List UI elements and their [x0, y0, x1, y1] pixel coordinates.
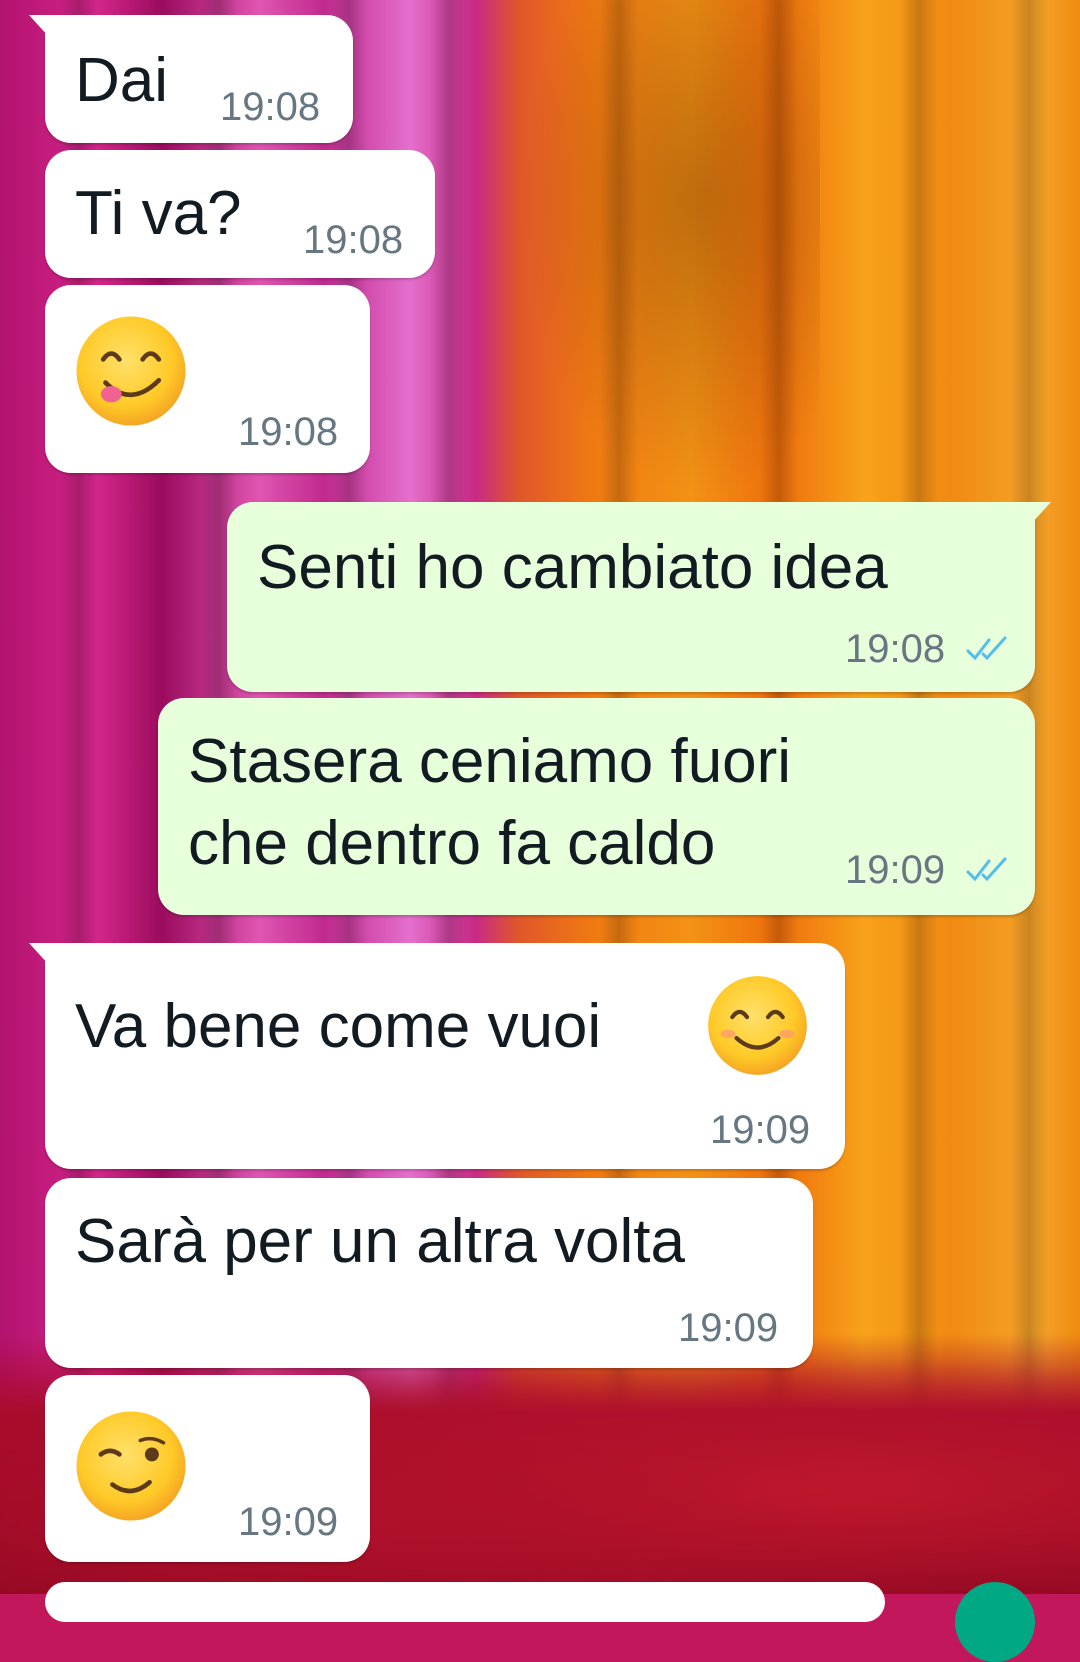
- message-text: Senti ho cambiato idea: [257, 533, 888, 602]
- winking-face-emoji: [76, 1411, 186, 1521]
- smiling-face-emoji: [708, 976, 807, 1075]
- message-time: 19:08: [238, 410, 339, 454]
- message-time: 19:09: [678, 1306, 779, 1350]
- message-bubble-outgoing[interactable]: Stasera ceniamo fuori che dentro fa cald…: [158, 698, 1035, 915]
- message-bubble-incoming[interactable]: Dai 19:08: [29, 15, 353, 143]
- message-bubble-incoming[interactable]: Va bene come vuoi 19:09: [29, 943, 845, 1169]
- message-time: 19:09: [238, 1500, 339, 1544]
- message-text-line: Stasera ceniamo fuori: [188, 727, 792, 796]
- read-receipt-icon: [966, 636, 1007, 661]
- message-time: 19:08: [220, 85, 321, 129]
- message-input-field[interactable]: [45, 1582, 885, 1622]
- read-receipt-icon: [966, 857, 1007, 882]
- message-time: 19:08: [845, 627, 946, 671]
- message-time: 19:08: [303, 218, 404, 262]
- face-savoring-food-emoji: [76, 316, 186, 426]
- message-bubble-outgoing[interactable]: Senti ho cambiato idea 19:08: [227, 502, 1051, 692]
- message-bubble-incoming[interactable]: 19:09: [45, 1375, 370, 1562]
- mic-button[interactable]: [955, 1582, 1035, 1662]
- message-time: 19:09: [710, 1108, 811, 1152]
- message-text: Ti va?: [75, 179, 242, 248]
- message-text-line: che dentro fa caldo: [188, 809, 716, 878]
- message-bubble-incoming[interactable]: Ti va? 19:08: [45, 150, 435, 278]
- message-bubble-incoming[interactable]: 19:08: [45, 285, 370, 473]
- message-text: Sarà per un altra volta: [75, 1207, 686, 1276]
- message-text: Dai: [75, 46, 169, 115]
- message-bubble-incoming[interactable]: Sarà per un altra volta 19:09: [45, 1178, 813, 1368]
- message-text: Va bene come vuoi: [75, 992, 602, 1061]
- message-time: 19:09: [845, 848, 946, 892]
